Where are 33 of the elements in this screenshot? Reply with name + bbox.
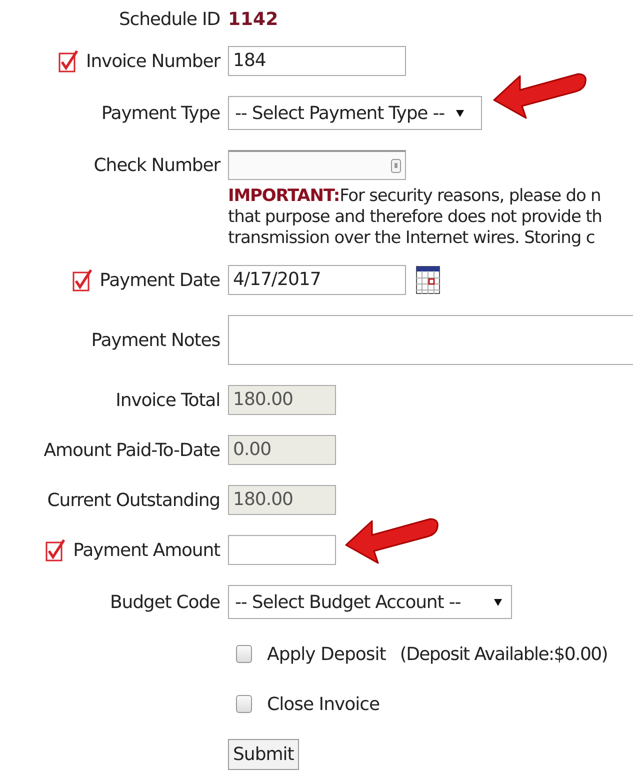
text-field[interactable] [228, 150, 406, 180]
text-field[interactable] [228, 535, 336, 565]
field-label: Amount Paid-To-Date [44, 440, 220, 460]
readonly-field: 180.00 [228, 485, 336, 515]
checkbox-label: Apply Deposit [267, 644, 386, 664]
caret-icon [454, 108, 465, 118]
notes-field[interactable] [228, 315, 633, 365]
checkbox-label: Close Invoice [267, 694, 380, 714]
readonly-field: 180.00 [228, 385, 336, 415]
field-label: Payment Type [101, 102, 220, 124]
checkbox[interactable] [236, 645, 252, 663]
field-label: Schedule ID [118, 8, 220, 30]
field-label: Budget Code [110, 592, 220, 612]
caret-icon [493, 597, 503, 607]
date-field[interactable]: 4/17/2017 [228, 265, 406, 295]
field-label: Payment Notes [91, 330, 220, 350]
field-label: Invoice Total [116, 390, 220, 410]
field-label: Invoice Number [86, 50, 220, 72]
security-notice: IMPORTANT:For security reasons, please do n that purpose and therefore does not provide th transmission over the Internet wires. Storing c [228, 186, 602, 249]
checkbox[interactable] [236, 695, 252, 713]
select-dropdown[interactable]: -- Select Budget Account -- [228, 585, 512, 619]
field-label: Payment Amount [73, 540, 220, 560]
text-field[interactable]: 184 [228, 46, 406, 76]
select-dropdown[interactable]: -- Select Payment Type -- [228, 96, 482, 130]
deposit-note: (Deposit Available:$0.00) [400, 644, 608, 664]
submit-button[interactable]: Submit [228, 738, 299, 770]
calendar-icon [416, 266, 440, 294]
field-label: Check Number [94, 154, 220, 176]
key-icon [391, 158, 401, 172]
field-label: Payment Date [100, 270, 220, 290]
schedule-id: 1142 [228, 8, 278, 30]
field-label: Current Outstanding [47, 490, 220, 510]
readonly-field: 0.00 [228, 435, 336, 465]
